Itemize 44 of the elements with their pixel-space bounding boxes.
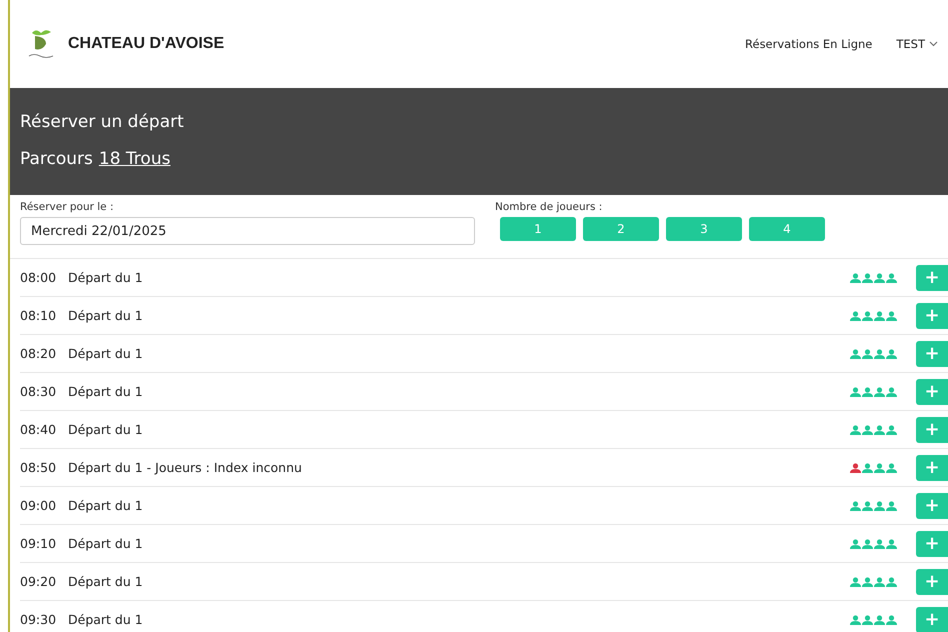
add-button[interactable]: + (916, 340, 948, 366)
field-label: Nombre de joueurs : (495, 201, 604, 213)
tee-label: Départ du 1 (68, 498, 143, 513)
tee-label: Départ du 1 (68, 270, 143, 285)
tee-label: Départ du 1 (68, 574, 143, 589)
add-button[interactable]: + (916, 378, 948, 404)
add-button[interactable]: + (916, 530, 948, 556)
field-label: Réserver pour le : (20, 201, 115, 213)
tee-time: 09:00 (20, 498, 58, 513)
add-button[interactable]: + (916, 264, 948, 290)
add-button[interactable]: + (916, 568, 948, 594)
page-title: Réserver un départ (20, 112, 185, 132)
add-button[interactable]: + (916, 454, 948, 480)
tee-time: 08:50 (20, 460, 58, 475)
add-button[interactable]: + (916, 606, 948, 632)
player-count-button[interactable]: 4 (749, 217, 825, 241)
brand-name: CHATEAU D'AVOISE (68, 35, 224, 53)
player-count-button[interactable]: 1 (500, 217, 576, 241)
tee-time: 08:00 (20, 270, 58, 285)
tee-time: 09:20 (20, 574, 58, 589)
player-count-button[interactable]: 2 (583, 217, 659, 241)
caret-icon (929, 41, 938, 47)
nav-link[interactable]: Réservations En Ligne (745, 37, 872, 51)
tee-time: 08:10 (20, 308, 58, 323)
tee-label: Départ du 1 (68, 384, 143, 399)
add-button[interactable]: + (916, 416, 948, 442)
tee-time: 08:30 (20, 384, 58, 399)
tee-label: Départ du 1 (68, 308, 143, 323)
date-field[interactable]: Mercredi 22/01/2025 (20, 217, 475, 245)
tee-time: 08:20 (20, 346, 58, 361)
tee-time: 08:40 (20, 422, 58, 437)
tee-time: 09:10 (20, 536, 58, 551)
add-button[interactable]: + (916, 492, 948, 518)
tee-time: 09:30 (20, 612, 58, 627)
tee-label: Départ du 1 (68, 346, 143, 361)
tee-label: Départ du 1 (68, 422, 143, 437)
tee-label: Départ du 1 (68, 612, 143, 627)
user-menu[interactable]: TEST (896, 37, 938, 51)
tee-label: Départ du 1 (68, 536, 143, 551)
course-label: Parcours (20, 149, 93, 169)
player-count-button[interactable]: 3 (666, 217, 742, 241)
add-button[interactable]: + (916, 302, 948, 328)
tee-label: Départ du 1 - Joueurs : Index inconnu (68, 460, 302, 475)
course-link[interactable]: 18 Trous (98, 149, 170, 169)
